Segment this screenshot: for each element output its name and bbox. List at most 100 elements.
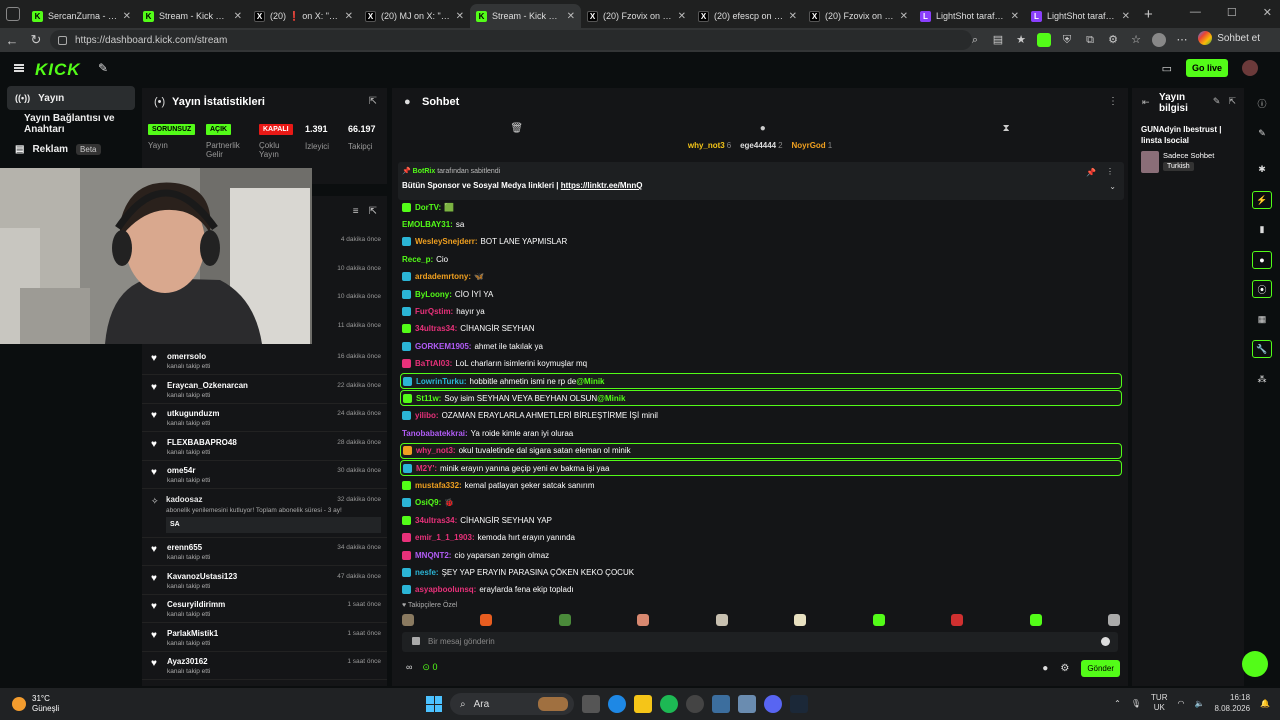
emote-icon[interactable] (1107, 614, 1120, 626)
file-explorer-icon[interactable] (634, 695, 652, 713)
browser-tab[interactable]: X (20) ❗ on X: "Raaa ✕ (248, 4, 359, 28)
pin-icon[interactable]: ✎ (98, 61, 108, 75)
microphone-icon[interactable]: 🎙 (1131, 699, 1141, 708)
chat-username[interactable]: 34ultras34: (415, 516, 457, 525)
chat-mention[interactable]: @Minik (597, 394, 625, 403)
trash-icon[interactable]: 🗑 (510, 123, 523, 134)
chat-message[interactable]: nesfe: ŞEY YAP ERAYIN PARASINA ÇÖKEN KEKO… (400, 564, 1122, 580)
event-username[interactable]: omerrsolo (167, 352, 206, 361)
chat-message[interactable]: EMOLBAY31: sa (400, 216, 1122, 232)
chat-bubble-icon[interactable]: ● (760, 123, 766, 134)
event-username[interactable]: FLEXBABAPRO48 (167, 438, 237, 447)
chat-username[interactable]: BaTtAl03: (415, 359, 452, 368)
tab-close-icon[interactable]: ✕ (678, 11, 686, 22)
chat-settings-icon[interactable]: ⚙ (1060, 663, 1069, 674)
chat-message[interactable]: emir_1_1_1903: kemoda hırt erayın yanında (400, 530, 1122, 546)
chat-username[interactable]: Tanobabatekkrai: (402, 429, 468, 438)
chat-message[interactable]: why_not3: okul tuvaletinde dal sigara sat… (400, 442, 1122, 459)
chat-username[interactable]: MNQNT2: (415, 551, 451, 560)
go-live-button[interactable]: Go live (1185, 59, 1228, 77)
leader-3-name[interactable]: NoyrGod (791, 141, 825, 150)
infinity-icon[interactable]: ∞ (406, 662, 412, 673)
event-username[interactable]: KavanozUstasi123 (167, 572, 237, 581)
browser-tab[interactable]: X (20) Fzovix on X: "Ka ✕ (803, 4, 914, 28)
tab-close-icon[interactable]: ✕ (123, 11, 131, 22)
popout-icon[interactable]: ⇱ (1228, 96, 1236, 107)
popout-icon[interactable]: ⇱ (369, 96, 377, 107)
chat-username[interactable]: why_not3: (416, 446, 456, 455)
menu-icon[interactable] (14, 64, 24, 72)
browser-tab[interactable]: K Stream - Kick Dashb ✕ (470, 4, 581, 28)
spotify-icon[interactable] (660, 695, 678, 713)
tab-actions-icon[interactable] (6, 7, 20, 21)
url-field[interactable]: https://dashboard.kick.com/stream (50, 30, 972, 50)
chat-message[interactable]: DorTV: 🟩 (400, 199, 1122, 215)
site-info-icon[interactable] (58, 35, 67, 45)
emoji-icon[interactable] (1101, 637, 1110, 646)
ublock-icon[interactable]: ⛨ (1060, 33, 1074, 47)
event-username[interactable]: Eraycan_Ozkenarcan (167, 381, 248, 390)
user-avatar[interactable] (1242, 60, 1258, 76)
event-username[interactable]: ParlakMistik1 (167, 629, 218, 638)
collapse-icon[interactable]: ⇤ (1142, 97, 1150, 108)
browser-icon[interactable] (686, 695, 704, 713)
volume-icon[interactable]: 🔈 (1194, 699, 1204, 708)
event-username[interactable]: erenn655 (167, 543, 202, 552)
discord-icon[interactable] (764, 695, 782, 713)
chat-username[interactable]: yilibo: (415, 411, 439, 420)
emote-icon[interactable] (951, 614, 964, 626)
emote-picker-icon[interactable] (412, 637, 420, 645)
leader-2-name[interactable]: ege44444 (740, 141, 776, 150)
new-tab-button[interactable]: + (1144, 6, 1153, 23)
chat-message[interactable]: M2Y': minik erayın yanına geçip yeni ev b… (400, 460, 1122, 476)
kick-logo[interactable]: KICK (35, 60, 81, 80)
more-options-icon[interactable]: ⋮ (1108, 96, 1118, 107)
wifi-icon[interactable]: ◠ (1177, 699, 1184, 708)
wrench-icon[interactable]: 🔧 (1252, 340, 1272, 358)
edit-icon[interactable]: ✎ (1213, 96, 1221, 107)
emote-icon[interactable] (1029, 614, 1042, 626)
task-view-icon[interactable] (582, 695, 600, 713)
chat-message[interactable]: yilibo: OZAMAN ERAYLARLA AHMETLERİ BİRLEŞ… (400, 408, 1122, 424)
pinned-more-icon[interactable]: ⋮ (1106, 167, 1114, 176)
event-username[interactable]: utkugunduzm (167, 409, 219, 418)
chat-username[interactable]: nesfe: (415, 568, 439, 577)
compress-icon[interactable]: ✱ (1252, 160, 1272, 178)
chat-message[interactable]: 34ultras34: CİHANGİR SEYHAN YAP (400, 512, 1122, 528)
tab-close-icon[interactable]: ✕ (234, 11, 242, 22)
tab-close-icon[interactable]: ✕ (345, 11, 353, 22)
chevron-down-icon[interactable]: ⌄ (1109, 182, 1116, 191)
account-avatar[interactable] (1152, 33, 1166, 47)
chat-message[interactable]: mustafa332: kemal patlayan şeker satcak s… (400, 477, 1122, 493)
chevron-up-icon[interactable]: ⌃ (1114, 699, 1121, 708)
browser-tab[interactable]: L LightShot tarafından ✕ (1025, 4, 1136, 28)
tab-close-icon[interactable]: ✕ (456, 11, 464, 22)
pinned-link[interactable]: https://linktr.ee/MnnQ (561, 181, 643, 190)
chat-username[interactable]: DorTV: (415, 203, 441, 212)
chat-toggle-icon[interactable]: ● (1252, 251, 1272, 269)
emote-icon[interactable] (794, 614, 807, 626)
chat-username[interactable]: LowrinTurku: (416, 377, 467, 386)
notifications-icon[interactable]: 🔔 (1260, 699, 1270, 708)
chat-username[interactable]: Rece_p: (402, 255, 433, 264)
chat-message[interactable]: BaTtAl03: LoL charların isimlerini koymuş… (400, 356, 1122, 372)
favorites-icon[interactable]: ☆ (1129, 33, 1143, 47)
send-button[interactable]: Gönder (1081, 660, 1120, 677)
nav-item-stream[interactable]: ((•)) Yayın (7, 86, 135, 110)
chat-username[interactable]: 34ultras34: (415, 324, 457, 333)
edge-icon[interactable] (608, 695, 626, 713)
emote-icon[interactable] (715, 614, 728, 626)
maximize-button[interactable]: ☐ (1227, 6, 1237, 19)
broadcast-toggle-icon[interactable]: ⦿ (1252, 280, 1272, 298)
chat-input[interactable]: Bir mesaj gönderin (402, 632, 1118, 652)
leader-1-name[interactable]: why_not3 (688, 141, 725, 150)
quick-action-icon[interactable]: ⚡ (1252, 191, 1272, 209)
chat-message[interactable]: GORKEM1905: ahmet ile takılak ya (400, 338, 1122, 354)
emote-icon[interactable] (402, 614, 414, 626)
chat-username[interactable]: ByLoony: (415, 290, 452, 299)
clip-icon[interactable]: ▮ (1252, 220, 1272, 238)
emote-icon[interactable] (872, 614, 885, 626)
chat-message[interactable]: 34ultras34: CİHANGİR SEYHAN (400, 321, 1122, 337)
chat-username[interactable]: St11w: (416, 394, 441, 403)
chat-username[interactable]: M2Y': (416, 464, 437, 473)
